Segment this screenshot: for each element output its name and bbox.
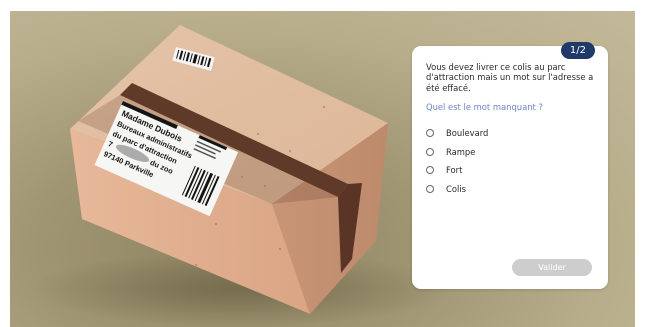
quiz-prompt: Vous devez livrer ce colis au parc d'att… xyxy=(426,62,594,93)
option-label: Rampe xyxy=(446,146,476,157)
option-fort[interactable]: Fort xyxy=(426,161,596,180)
option-boulevard[interactable]: Boulevard xyxy=(426,124,596,143)
quiz-question: Quel est le mot manquant ? xyxy=(426,102,543,112)
radio-icon[interactable] xyxy=(426,129,434,138)
radio-icon[interactable] xyxy=(426,166,434,175)
option-label: Boulevard xyxy=(446,128,489,139)
option-colis[interactable]: Colis xyxy=(426,180,596,199)
radio-icon[interactable] xyxy=(426,184,434,193)
quiz-card: 1/2 Vous devez livrer ce colis au parc d… xyxy=(412,42,608,289)
option-rampe[interactable]: Rampe xyxy=(426,143,596,162)
validate-button[interactable]: Valider xyxy=(512,259,592,276)
radio-icon[interactable] xyxy=(426,147,434,156)
option-label: Colis xyxy=(446,183,466,194)
option-label: Fort xyxy=(446,165,463,176)
answer-options: Boulevard Rampe Fort Colis xyxy=(426,124,596,198)
progress-badge: 1/2 xyxy=(560,42,595,59)
